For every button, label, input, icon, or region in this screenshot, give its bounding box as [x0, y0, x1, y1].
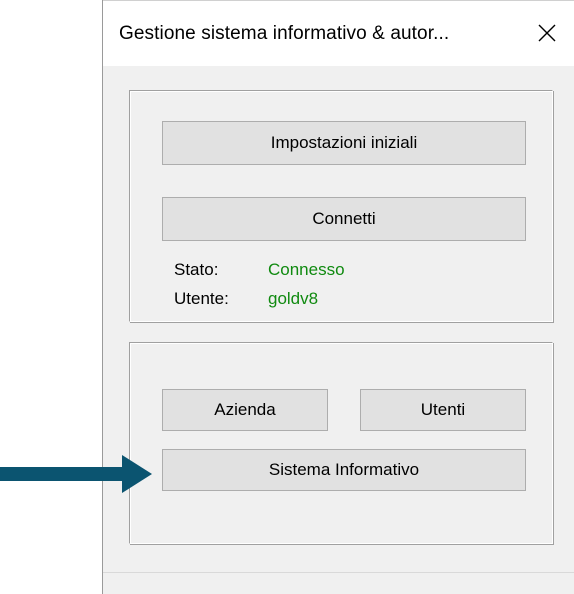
- connect-button[interactable]: Connetti: [162, 197, 526, 241]
- window-title: Gestione sistema informativo & autor...: [119, 23, 450, 44]
- company-button[interactable]: Azienda: [162, 389, 328, 431]
- dialog-footer-strip: [103, 572, 574, 594]
- management-group: Azienda Utenti Sistema Informativo: [129, 342, 553, 544]
- user-label: Utente:: [174, 289, 229, 308]
- information-system-button[interactable]: Sistema Informativo: [162, 449, 526, 491]
- status-label: Stato:: [174, 260, 219, 279]
- dialog-window: Gestione sistema informativo & autor... …: [102, 0, 574, 594]
- close-icon: [537, 23, 557, 48]
- right-arrow-icon: [0, 455, 152, 493]
- screenshot: Gestione sistema informativo & autor... …: [0, 0, 574, 594]
- title-bar: Gestione sistema informativo & autor...: [103, 0, 574, 66]
- initial-settings-button[interactable]: Impostazioni iniziali: [162, 121, 526, 165]
- close-button[interactable]: [523, 15, 571, 55]
- dialog-body: Impostazioni iniziali Connetti Stato: Co…: [103, 66, 574, 594]
- user-value: goldv8: [268, 289, 319, 308]
- users-button[interactable]: Utenti: [360, 389, 526, 431]
- status-value: Connesso: [268, 260, 345, 279]
- connection-group: Impostazioni iniziali Connetti Stato: Co…: [129, 90, 553, 322]
